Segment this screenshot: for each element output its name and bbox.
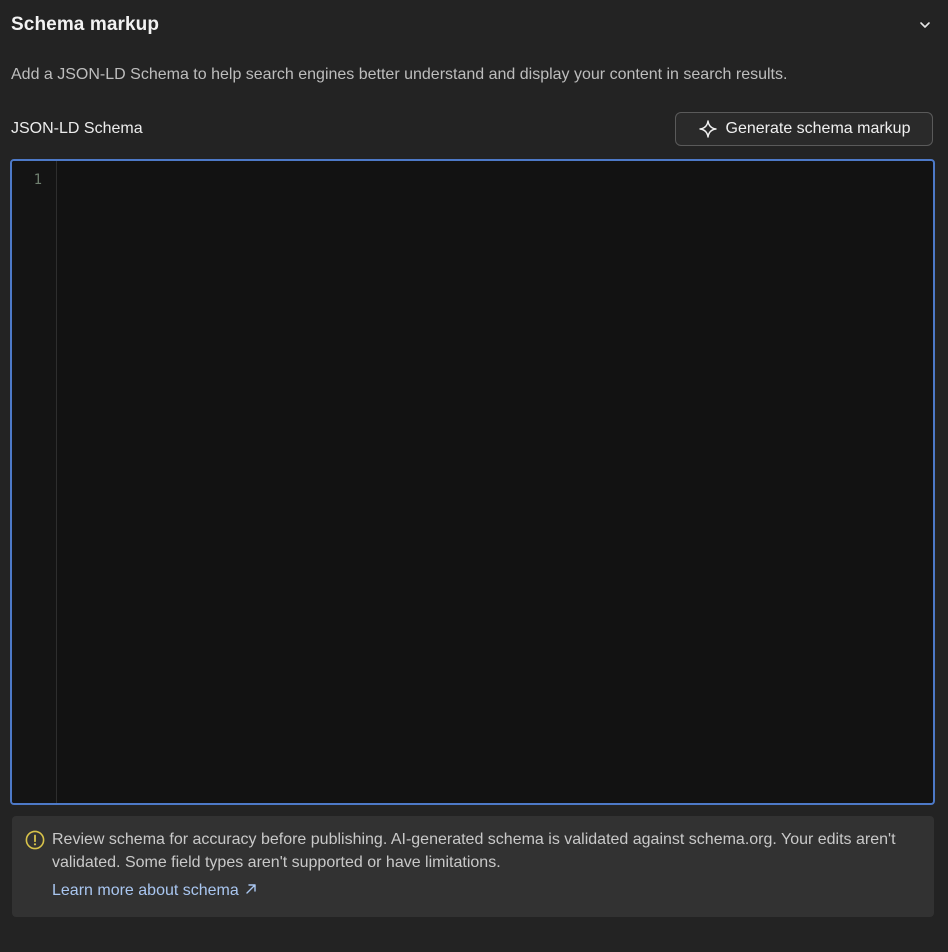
- external-arrow-icon: [245, 882, 257, 900]
- line-number: 1: [33, 172, 42, 188]
- notice-text: Review schema for accuracy before publis…: [52, 831, 896, 871]
- sparkle-icon: [698, 119, 718, 139]
- learn-more-link-label: Learn more about schema: [52, 882, 239, 899]
- code-input-area[interactable]: [57, 161, 933, 803]
- chevron-down-icon[interactable]: [913, 13, 937, 37]
- section-header[interactable]: Schema markup: [11, 10, 937, 40]
- editor-gutter: 1: [12, 161, 57, 803]
- learn-more-link[interactable]: Learn more about schema: [52, 882, 257, 900]
- generate-schema-button-label: Generate schema markup: [725, 120, 911, 137]
- warning-icon: [24, 829, 46, 851]
- schema-markup-panel: Schema markup Add a JSON-LD Schema to he…: [0, 0, 948, 952]
- generate-schema-button[interactable]: Generate schema markup: [675, 112, 933, 146]
- section-title: Schema markup: [11, 14, 160, 35]
- schema-notice: Review schema for accuracy before publis…: [12, 816, 934, 917]
- section-description: Add a JSON-LD Schema to help search engi…: [11, 66, 788, 83]
- schema-field-label: JSON-LD Schema: [11, 120, 143, 137]
- json-ld-editor[interactable]: 1: [10, 159, 935, 805]
